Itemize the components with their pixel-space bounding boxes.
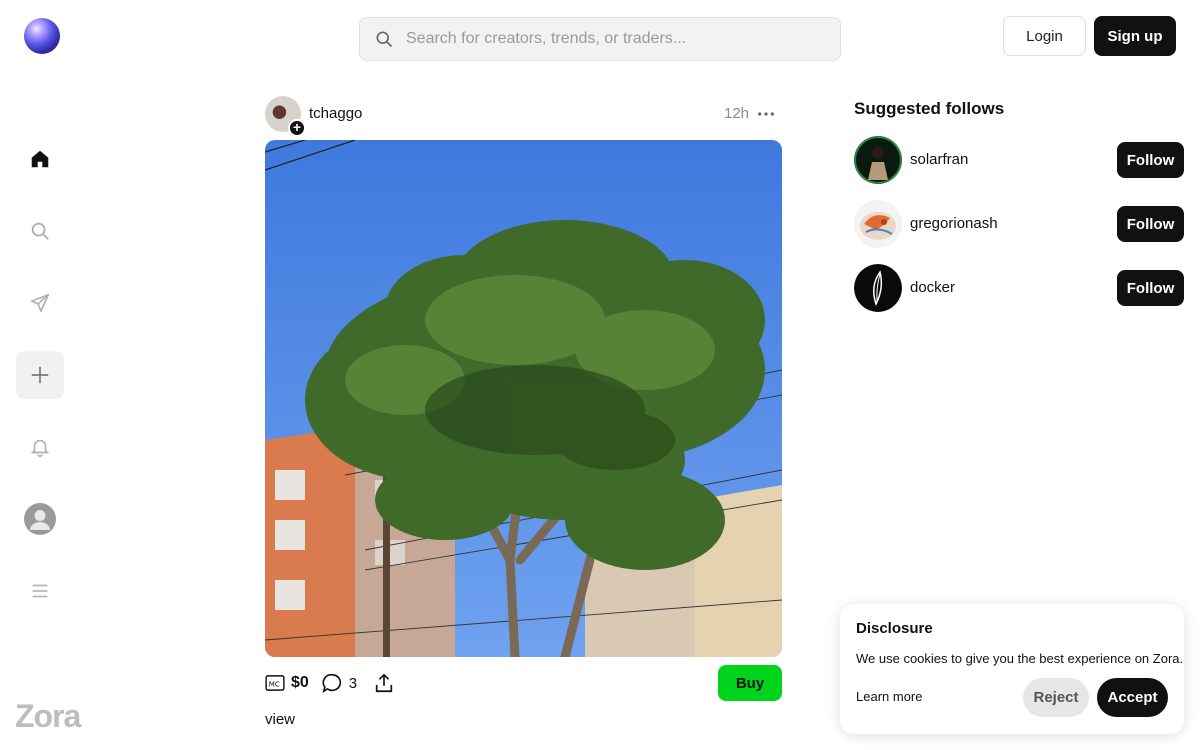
search-input[interactable] [406,30,826,48]
suggested-username[interactable]: solarfran [910,151,968,168]
comment-count: 3 [348,674,358,692]
buy-button[interactable]: Buy [718,665,782,701]
home-icon [31,150,49,168]
nav-messages[interactable] [16,279,64,327]
market-cap-icon: MC [265,675,285,691]
zora-wordmark: Zora [15,698,81,734]
send-icon [30,293,50,313]
menu-icon [32,584,48,598]
reject-button[interactable]: Reject [1023,678,1089,717]
search-icon [31,222,49,240]
nav-profile[interactable] [16,495,64,543]
suggested-follows-title: Suggested follows [854,99,1005,118]
signup-button[interactable]: Sign up [1094,16,1176,56]
post-username[interactable]: tchaggo [309,105,362,122]
nav-search[interactable] [16,207,64,255]
follow-plus-icon[interactable]: + [288,119,306,137]
follow-button[interactable]: Follow [1117,270,1184,306]
market-cap-value: $0 [291,674,309,691]
avatar[interactable] [854,264,902,312]
post-caption: view [265,711,296,728]
nav-menu[interactable] [16,567,64,615]
disclosure-text: We use cookies to give you the best expe… [856,651,1184,666]
login-button[interactable]: Login [1003,16,1086,56]
disclosure-title: Disclosure [856,620,933,637]
post-image[interactable] [265,140,782,657]
more-options-icon[interactable] [756,104,776,124]
search-icon [376,31,393,48]
suggested-user-row[interactable]: docker Follow [854,264,1184,312]
nav-create[interactable] [16,351,64,399]
suggested-username[interactable]: docker [910,279,955,296]
zora-logo[interactable] [24,18,60,54]
avatar[interactable] [854,136,902,184]
bell-icon [30,439,50,457]
learn-more-link[interactable]: Learn more [856,689,922,704]
nav-home[interactable] [16,135,64,183]
post-actions: MC $0 3 [265,670,395,696]
share-icon[interactable] [373,672,395,694]
post-timestamp: 12h [724,105,750,122]
cookie-disclosure: Disclosure We use cookies to give you th… [840,604,1184,734]
post-author-avatar[interactable]: + [265,96,306,137]
search-bar[interactable] [359,17,841,61]
follow-button[interactable]: Follow [1117,142,1184,178]
avatar [24,503,56,535]
svg-text:MC: MC [269,680,280,689]
comment-icon[interactable] [321,672,343,694]
accept-button[interactable]: Accept [1097,678,1168,717]
avatar[interactable] [854,200,902,248]
suggested-user-row[interactable]: gregorionash Follow [854,200,1184,248]
suggested-username[interactable]: gregorionash [910,215,998,232]
follow-button[interactable]: Follow [1117,206,1184,242]
suggested-user-row[interactable]: solarfran Follow [854,136,1184,184]
plus-icon [31,366,49,384]
nav-notifications[interactable] [16,423,64,471]
